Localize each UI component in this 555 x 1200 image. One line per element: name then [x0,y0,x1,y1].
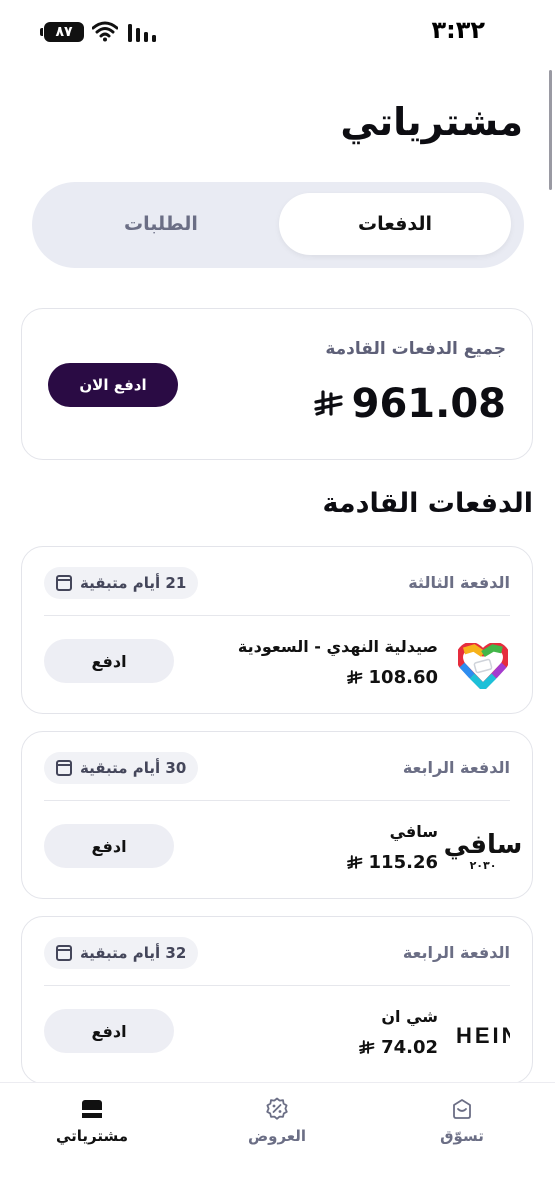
days-left-text: 21 أيام متبقية [80,574,187,592]
days-left-text: 30 أيام متبقية [80,759,187,777]
status-bar: ٣:٣٢ ٨٧ [0,0,555,66]
payment-amount: 115.26 [346,852,438,873]
summary-amount-value: 961.08 [351,381,506,427]
nav-item-shop[interactable]: تسوّق [402,1097,522,1145]
page-title: مشترياتي [340,100,523,144]
nav-label: تسوّق [440,1127,484,1145]
percent-badge-icon [266,1097,288,1120]
merchant-name: شي ان [381,1007,438,1026]
payment-amount-value: 108.60 [368,667,438,688]
payment-card[interactable]: الدفعة الرابعة 32 أيام متبقية HEIN شي ان… [21,916,533,1084]
calendar-icon [56,760,72,776]
status-time: ٣:٣٢ [431,16,485,44]
tab-payments[interactable]: الدفعات [279,193,511,255]
bottom-nav: مشترياتي العروض تسوّق [0,1082,555,1200]
days-left-text: 32 أيام متبقية [80,944,187,962]
riyal-icon [346,855,362,869]
tab-orders[interactable]: الطلبات [45,193,277,255]
safi-logo-subtext: ٢٠٣٠ [469,858,497,872]
payment-amount-value: 115.26 [368,852,438,873]
nav-item-offers[interactable]: العروض [217,1097,337,1145]
scrollbar[interactable] [549,70,552,190]
pay-now-button[interactable]: ادفع الان [48,363,178,407]
payment-amount: 108.60 [346,667,438,688]
days-left-badge: 21 أيام متبقية [44,567,199,599]
safi-logo-icon: سافي ٢٠٣٠ [444,824,523,878]
safi-logo-text: سافي [443,829,523,860]
days-left-badge: 30 أيام متبقية [44,752,199,784]
shein-logo-icon: HEIN [456,1009,510,1063]
upcoming-total-card: جميع الدفعات القادمة 961.08 ادفع الان [21,308,533,460]
summary-amount: 961.08 [314,381,506,427]
shop-bag-icon [453,1099,471,1119]
installment-label: الدفعة الرابعة [402,758,510,777]
payment-amount-value: 74.02 [381,1037,438,1058]
installment-label: الدفعة الرابعة [402,943,510,962]
nav-label: العروض [247,1127,307,1145]
installment-label: الدفعة الثالثة [408,573,510,592]
section-title: الدفعات القادمة [322,488,534,519]
divider [44,615,510,616]
signal-icon [128,24,156,42]
nahdi-heart-logo-icon [456,639,510,693]
pay-button[interactable]: ادفع [44,639,174,683]
divider [44,985,510,986]
calendar-icon [56,945,72,961]
payment-card[interactable]: الدفعة الثالثة 21 أيام متبقية صيدلية الن… [21,546,533,714]
wifi-icon [92,21,118,42]
merchant-name: صيدلية النهدي - السعودية [237,637,438,656]
payment-amount: 74.02 [359,1037,438,1058]
riyal-icon [359,1040,375,1054]
summary-label: جميع الدفعات القادمة [325,339,506,359]
merchant-name: سافي [389,822,438,841]
pay-button[interactable]: ادفع [44,1009,174,1053]
divider [44,800,510,801]
tabs-segment: الدفعات الطلبات [32,182,524,268]
nav-item-my-purchases[interactable]: مشترياتي [32,1097,152,1145]
nav-label: مشترياتي [55,1127,129,1145]
riyal-icon [314,390,343,416]
riyal-icon [346,670,362,684]
battery-icon: ٨٧ [40,22,84,42]
payment-card[interactable]: الدفعة الرابعة 30 أيام متبقية سافي ٢٠٣٠ … [21,731,533,899]
pay-button[interactable]: ادفع [44,824,174,868]
wallet-icon [82,1100,102,1118]
shein-logo-text: HEIN [456,1023,510,1048]
calendar-icon [56,575,72,591]
days-left-badge: 32 أيام متبقية [44,937,199,969]
